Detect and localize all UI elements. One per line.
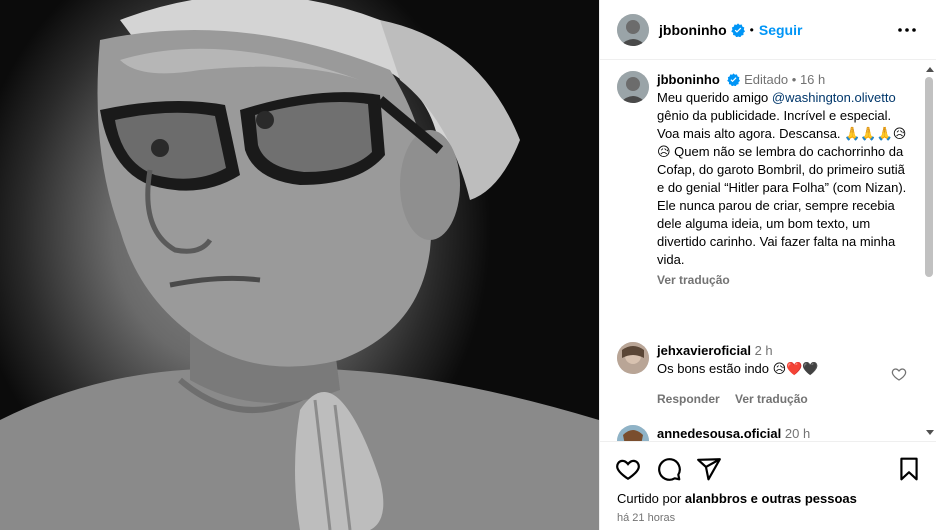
caption-username[interactable]: jbboninho: [657, 72, 720, 87]
caption-text: Meu querido amigo @washington.olivetto g…: [657, 89, 907, 269]
more-options-icon[interactable]: [895, 18, 919, 42]
separator-dot: •: [791, 72, 800, 87]
see-translation-link[interactable]: Ver tradução: [735, 392, 808, 406]
post-sidebar: jbboninho • Seguir jbboninho Editado • 1…: [599, 0, 936, 530]
verified-badge-icon: [727, 73, 741, 86]
caption-age: 16 h: [799, 72, 826, 87]
caption-text-post: gênio da publicidade. Incrível e especia…: [657, 108, 907, 267]
comment-body: annedesousa.oficial 20 h: [657, 425, 897, 441]
liked-by-user[interactable]: alanbbros: [685, 491, 747, 506]
likes-suffix[interactable]: e outras pessoas: [747, 491, 857, 506]
follow-button[interactable]: Seguir: [759, 22, 803, 38]
save-bookmark-icon[interactable]: [896, 456, 922, 482]
caption-avatar[interactable]: [617, 71, 649, 103]
see-translation-link[interactable]: Ver tradução: [657, 271, 907, 289]
share-send-icon[interactable]: [696, 456, 722, 482]
caption: jbboninho Editado • 16 h Meu querido ami…: [617, 71, 907, 289]
comment-body: jehxavieroficial 2 h Os bons estão indo …: [657, 342, 897, 408]
edited-label: Editado: [744, 72, 789, 87]
avatar[interactable]: [617, 13, 649, 46]
comment-item: jehxavieroficial 2 h Os bons estão indo …: [617, 342, 907, 408]
scroll-thumb[interactable]: [925, 77, 933, 277]
likes-prefix: Curtido por: [617, 491, 685, 506]
caption-body: jbboninho Editado • 16 h Meu querido ami…: [657, 71, 907, 289]
post-header: jbboninho • Seguir: [600, 0, 936, 60]
scroll-up-arrow-icon[interactable]: [926, 67, 934, 72]
comment-avatar[interactable]: [617, 342, 649, 374]
scrollbar[interactable]: [924, 63, 934, 439]
post-timestamp[interactable]: há 21 horas: [617, 512, 675, 524]
verified-badge-icon: [730, 22, 745, 37]
comment-username[interactable]: jehxavieroficial: [657, 343, 751, 358]
scroll-down-arrow-icon[interactable]: [926, 430, 934, 435]
username[interactable]: jbboninho: [659, 22, 727, 38]
reply-button[interactable]: Responder: [657, 392, 720, 406]
post-actions: Curtido por alanbbros e outras pessoas h…: [600, 441, 936, 530]
comment-username[interactable]: annedesousa.oficial: [657, 426, 781, 441]
comment-age: 20 h: [784, 426, 811, 441]
separator-dot: •: [749, 22, 754, 37]
comment-text: Os bons estão indo 😥❤️🖤: [657, 361, 819, 376]
comment-age: 2 h: [754, 343, 773, 358]
comment-actions: Responder Ver tradução: [657, 390, 897, 408]
comment-item: annedesousa.oficial 20 h: [617, 425, 907, 441]
mention-link[interactable]: @washington.olivetto: [772, 90, 896, 105]
comment-avatar[interactable]: [617, 425, 649, 441]
like-heart-icon[interactable]: [615, 456, 641, 482]
portrait-illustration: [0, 0, 599, 530]
caption-text-pre: Meu querido amigo: [657, 90, 772, 105]
comment-bubble-icon[interactable]: [656, 456, 682, 482]
comments-list[interactable]: jbboninho Editado • 16 h Meu querido ami…: [600, 61, 936, 441]
post-photo[interactable]: [0, 0, 599, 530]
likes-summary[interactable]: Curtido por alanbbros e outras pessoas: [617, 491, 857, 506]
like-comment-heart-icon[interactable]: [891, 366, 907, 382]
